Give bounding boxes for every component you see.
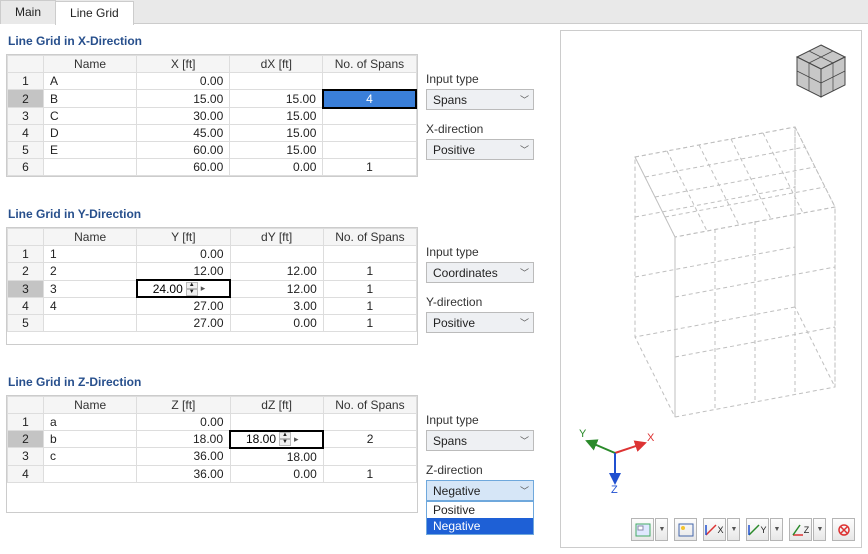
z-input-type-label: Input type <box>426 413 546 427</box>
axis-z-label: Z <box>611 484 618 493</box>
tabs: Main Line Grid <box>0 0 868 24</box>
x-direction-select[interactable]: Positive﹀ <box>426 139 534 160</box>
col-name: Name <box>44 56 137 73</box>
table-row: 5E60.0015.00 <box>8 142 417 159</box>
panel-z-title: Line Grid in Z-Direction <box>6 371 554 395</box>
table-y[interactable]: NameY [ft]dY [ft]No. of Spans 110.00 221… <box>7 228 417 332</box>
axis-gizmo[interactable]: X Y Z <box>575 423 655 493</box>
x-direction-label: X-direction <box>426 122 546 136</box>
table-x[interactable]: Name X [ft] dX [ft] No. of Spans 1A0.00 … <box>7 55 417 176</box>
selected-cell[interactable]: 4 <box>323 90 416 108</box>
panel-x-title: Line Grid in X-Direction <box>6 30 554 54</box>
table-row: 2212.0012.001 <box>8 263 417 281</box>
z-delta-input[interactable] <box>231 432 279 447</box>
reset-view-button[interactable] <box>832 518 855 541</box>
active-cell[interactable]: ▲▼▸ <box>137 280 230 297</box>
z-direction-label: Z-direction <box>426 463 546 477</box>
chevron-down-icon: ﹀ <box>520 93 529 106</box>
y-input-type-label: Input type <box>426 245 546 259</box>
panel-y-title: Line Grid in Y-Direction <box>6 203 554 227</box>
col-x: X [ft] <box>137 56 230 73</box>
chevron-down-icon: ﹀ <box>520 484 529 497</box>
tab-line-grid[interactable]: Line Grid <box>55 1 134 25</box>
active-cell[interactable]: ▲▼▸ <box>230 431 323 448</box>
isometric-cube-icon[interactable] <box>791 41 851 101</box>
view-mode-button[interactable] <box>631 518 654 541</box>
col-dx: dX [ft] <box>230 56 323 73</box>
chevron-down-icon: ﹀ <box>520 143 529 156</box>
chevron-down-icon: ﹀ <box>520 316 529 329</box>
axis-z-dropdown[interactable]: ▼ <box>813 518 826 541</box>
table-row: 527.000.001 <box>8 315 417 332</box>
table-row: 2B15.0015.004 <box>8 90 417 108</box>
table-row: 3c36.0018.00 <box>8 448 417 466</box>
y-direction-label: Y-direction <box>426 295 546 309</box>
spinner-up[interactable]: ▲ <box>279 432 291 439</box>
table-row: 436.000.001 <box>8 465 417 482</box>
col-spans: No. of Spans <box>323 56 416 73</box>
table-row: 110.00 <box>8 246 417 263</box>
grid-preview <box>565 117 855 467</box>
panel-z: Line Grid in Z-Direction NameZ [ft]dZ [f… <box>6 371 554 513</box>
z-direction-select[interactable]: Negative﹀ <box>426 480 534 501</box>
viewport[interactable]: X Y Z ▼ X ▼ Y ▼ Z ▼ <box>560 30 862 548</box>
axis-y-dropdown[interactable]: ▼ <box>770 518 783 541</box>
panel-y: Line Grid in Y-Direction NameY [ft]dY [f… <box>6 203 554 345</box>
z-direction-dropdown: Positive Negative <box>426 501 534 535</box>
y-direction-select[interactable]: Positive﹀ <box>426 312 534 333</box>
table-row: 660.000.001 <box>8 159 417 176</box>
table-row: 4D45.0015.00 <box>8 125 417 142</box>
axis-x-label: X <box>647 432 655 444</box>
table-row: 4427.003.001 <box>8 297 417 315</box>
chevron-down-icon: ﹀ <box>520 434 529 447</box>
view-mode-dropdown[interactable]: ▼ <box>655 518 668 541</box>
spinner-down[interactable]: ▼ <box>186 289 198 296</box>
viewport-toolbar: ▼ X ▼ Y ▼ Z ▼ <box>631 518 855 541</box>
y-input-type-select[interactable]: Coordinates﹀ <box>426 262 534 283</box>
axis-y-label: Y <box>579 428 587 440</box>
axis-x-dropdown[interactable]: ▼ <box>727 518 740 541</box>
spinner-up[interactable]: ▲ <box>186 282 198 289</box>
dropdown-option-positive[interactable]: Positive <box>427 502 533 518</box>
dropdown-option-negative[interactable]: Negative <box>427 518 533 534</box>
table-z[interactable]: NameZ [ft]dZ [ft]No. of Spans 1a0.00 2b1… <box>7 396 417 483</box>
chevron-down-icon: ﹀ <box>520 266 529 279</box>
table-row: 3C30.0015.00 <box>8 108 417 125</box>
axis-y-toggle[interactable]: Y <box>746 518 769 541</box>
axis-x-toggle[interactable]: X <box>703 518 726 541</box>
caret-right-icon[interactable]: ▸ <box>198 283 209 294</box>
table-row: 2b18.00 ▲▼▸ 2 <box>8 431 417 448</box>
panel-x: Line Grid in X-Direction Name X [ft] dX … <box>6 30 554 177</box>
tab-main[interactable]: Main <box>0 0 56 24</box>
x-input-type-select[interactable]: Spans﹀ <box>426 89 534 110</box>
z-input-type-select[interactable]: Spans﹀ <box>426 430 534 451</box>
y-coord-input[interactable] <box>138 281 186 296</box>
axis-z-toggle[interactable]: Z <box>789 518 812 541</box>
spinner-down[interactable]: ▼ <box>279 439 291 446</box>
x-input-type-label: Input type <box>426 72 546 86</box>
table-row: 1A0.00 <box>8 73 417 90</box>
table-row: 1a0.00 <box>8 414 417 431</box>
table-row: 33 ▲▼▸ 12.001 <box>8 280 417 297</box>
show-grid-button[interactable] <box>674 518 697 541</box>
caret-right-icon[interactable]: ▸ <box>291 434 302 445</box>
